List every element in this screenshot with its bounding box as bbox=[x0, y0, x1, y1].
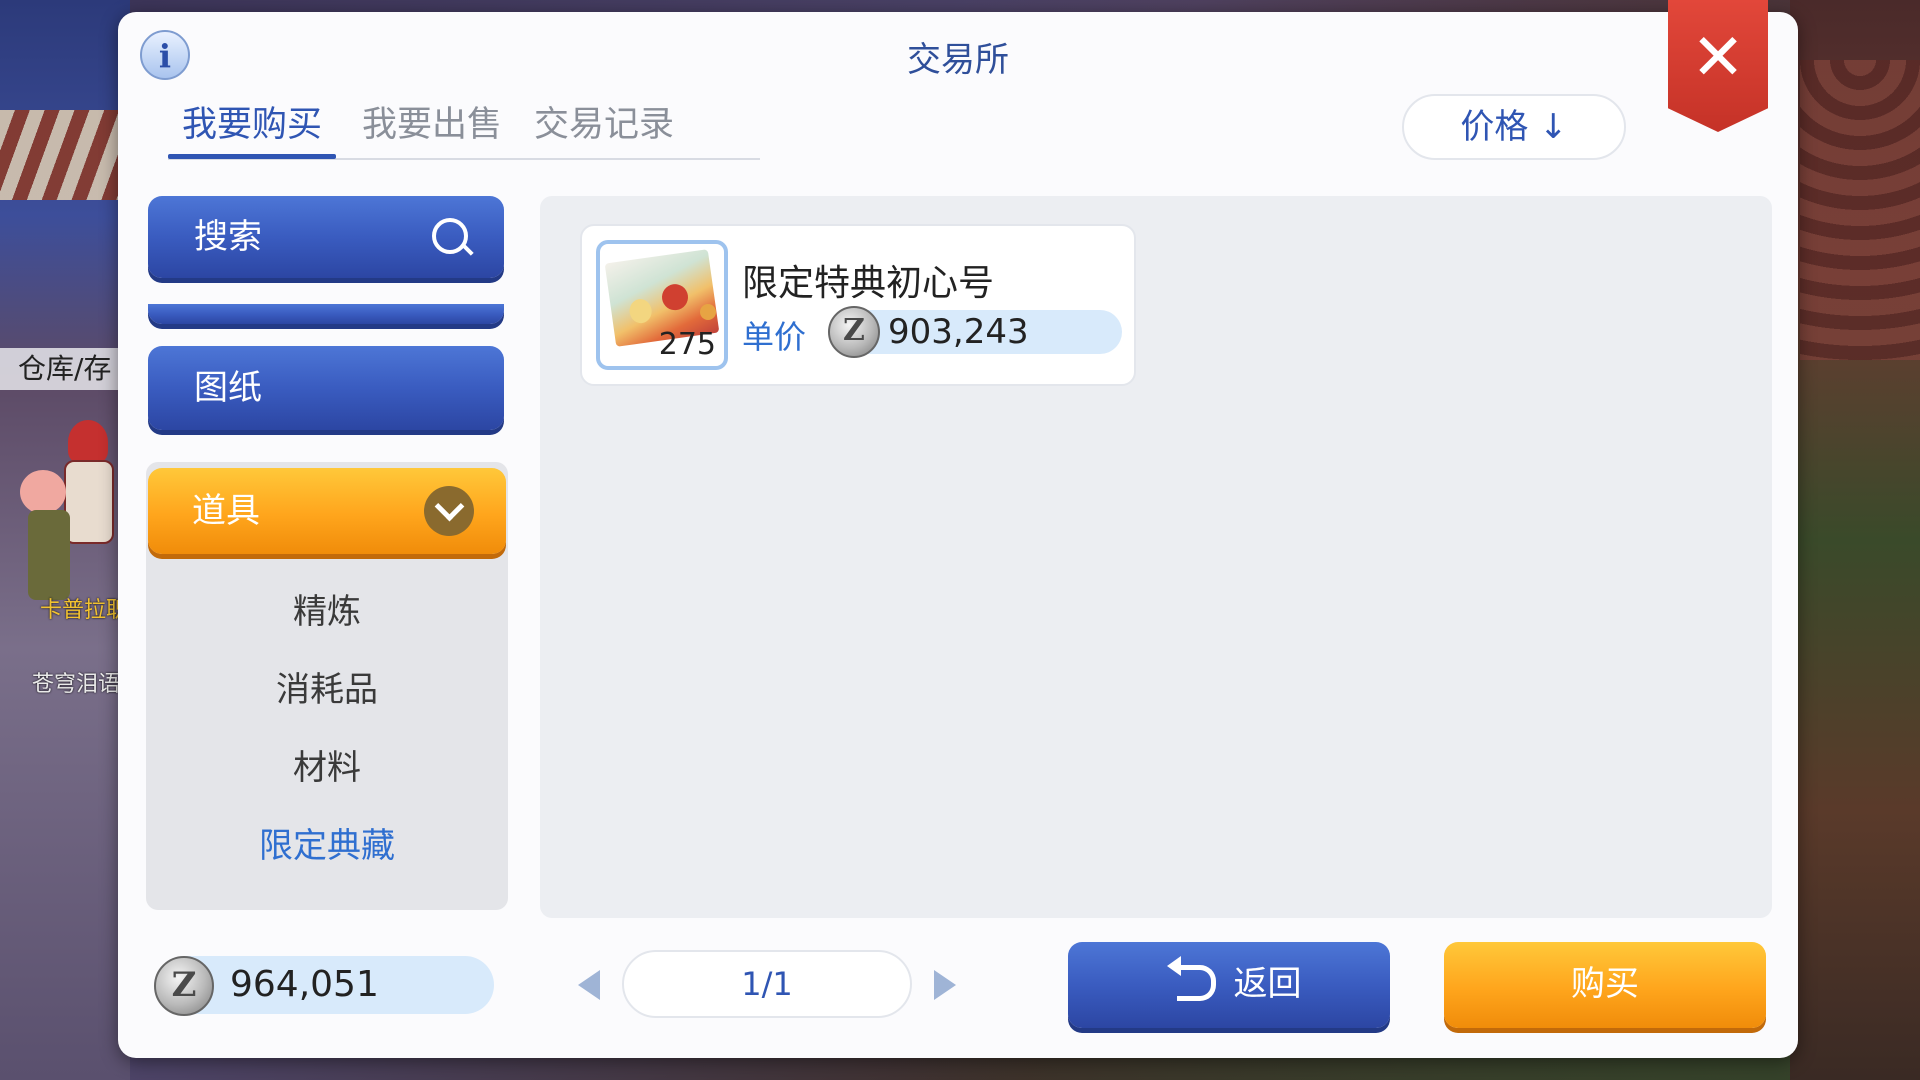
zeny-coin-icon: Z bbox=[828, 306, 880, 358]
tab-active-indicator bbox=[168, 154, 336, 159]
background-roof bbox=[0, 110, 120, 200]
tab-bar: 我要购买 我要出售 交易记录 bbox=[168, 100, 760, 160]
item-badge bbox=[700, 304, 716, 320]
listing-item[interactable]: 275 限定特典初心号 单价 Z 903,243 bbox=[580, 224, 1136, 386]
category-items-button[interactable]: 道具 bbox=[148, 468, 506, 554]
npc-body bbox=[64, 460, 114, 544]
back-label: 返回 bbox=[1233, 964, 1302, 1004]
unit-price-label: 单价 bbox=[742, 318, 807, 356]
sort-price-button[interactable]: 价格 ↓ bbox=[1402, 94, 1626, 160]
close-button[interactable]: ✕ bbox=[1668, 0, 1768, 132]
tab-buy[interactable]: 我要购买 bbox=[168, 100, 336, 159]
subcategory-refine[interactable]: 精炼 bbox=[146, 584, 508, 633]
exchange-dialog: i 交易所 我要购买 我要出售 交易记录 价格 ↓ ✕ 搜索 图纸 道具 精炼 … bbox=[118, 0, 1798, 1058]
item-count: 275 bbox=[658, 327, 716, 362]
dialog-title: 交易所 bbox=[907, 40, 1009, 80]
category-panel: 道具 精炼 消耗品 材料 限定典藏 bbox=[146, 462, 508, 910]
tab-label: 我要购买 bbox=[181, 105, 322, 145]
back-button[interactable]: 返回 bbox=[1068, 942, 1390, 1028]
item-icon: 275 bbox=[596, 240, 728, 370]
category-label: 图纸 bbox=[194, 368, 262, 408]
return-arrow-icon bbox=[1166, 955, 1216, 1001]
prev-page-icon[interactable] bbox=[578, 970, 600, 1000]
subcategory-materials[interactable]: 材料 bbox=[146, 740, 508, 789]
chevron-down-icon bbox=[424, 486, 474, 536]
npc-name: 卡普拉职 bbox=[40, 598, 129, 623]
category-label: 道具 bbox=[192, 491, 260, 531]
player-name: 苍穹泪语 bbox=[32, 672, 121, 697]
zeny-balance: 964,051 bbox=[230, 964, 379, 1005]
buy-button[interactable]: 购买 bbox=[1444, 942, 1766, 1028]
close-icon: ✕ bbox=[1691, 21, 1745, 95]
tab-history[interactable]: 交易记录 bbox=[520, 100, 688, 156]
zeny-coin-icon: Z bbox=[154, 956, 214, 1016]
subcategory-limited-collection[interactable]: 限定典藏 bbox=[146, 818, 508, 867]
item-name: 限定特典初心号 bbox=[742, 263, 995, 304]
subcategory-consumables[interactable]: 消耗品 bbox=[146, 662, 508, 711]
player-head bbox=[20, 470, 66, 514]
tab-label: 我要出售 bbox=[361, 105, 502, 145]
player-body bbox=[28, 510, 70, 600]
background-roof-right bbox=[1800, 60, 1920, 360]
next-page-icon[interactable] bbox=[934, 970, 956, 1000]
tab-label: 交易记录 bbox=[533, 105, 674, 145]
search-button[interactable]: 搜索 bbox=[148, 196, 504, 278]
npc-hair bbox=[68, 420, 108, 464]
search-label: 搜索 bbox=[194, 217, 262, 257]
unit-price-value: 903,243 bbox=[888, 312, 1029, 352]
page-indicator: 1/1 bbox=[622, 950, 912, 1018]
tab-sell[interactable]: 我要出售 bbox=[348, 100, 516, 156]
search-icon bbox=[432, 218, 468, 254]
category-blueprint-button[interactable]: 图纸 bbox=[148, 346, 504, 430]
listing-area: 275 限定特典初心号 单价 Z 903,243 bbox=[540, 196, 1772, 918]
hidden-category-button[interactable] bbox=[148, 304, 504, 324]
